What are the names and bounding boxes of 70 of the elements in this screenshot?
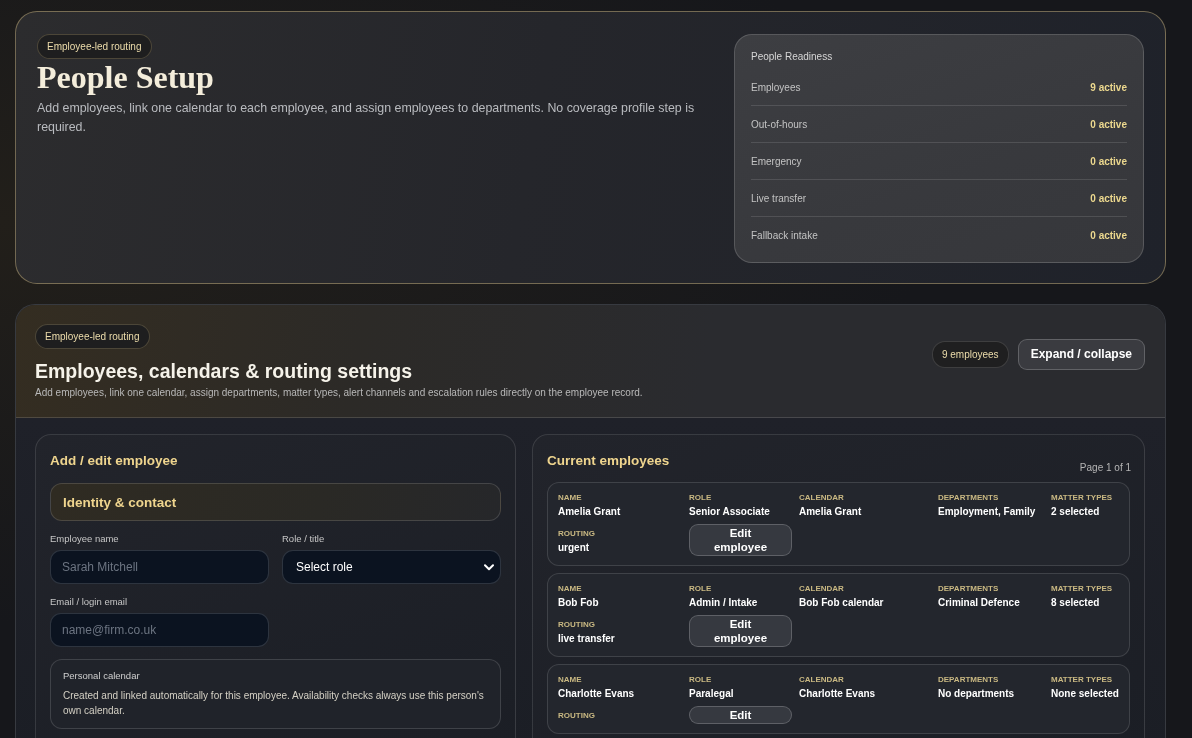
- column-label: DEPARTMENTS: [938, 675, 999, 685]
- column-label: DEPARTMENTS: [938, 493, 999, 503]
- routing-badge: Employee-led routing: [35, 324, 150, 349]
- employee-value: Employment, Family: [938, 505, 1036, 518]
- employee-value: None selected: [1051, 687, 1119, 700]
- role-select[interactable]: Select role: [282, 550, 501, 584]
- form-title: Add / edit employee: [50, 452, 179, 470]
- employee-value: urgent: [558, 541, 590, 554]
- employee-value: Admin / Intake: [689, 596, 758, 609]
- column-label: NAME: [558, 584, 582, 594]
- column-label: ROLE: [689, 493, 712, 503]
- employee-value: 2 selected: [1051, 505, 1100, 518]
- column-label: MATTER TYPES: [1051, 584, 1113, 594]
- column-label: ROUTING: [558, 529, 595, 539]
- employee-value: No departments: [938, 687, 1015, 700]
- employee-value: Amelia Grant: [799, 505, 862, 518]
- employee-value: Bob Fob calendar: [799, 596, 884, 609]
- readiness-label: Live transfer: [751, 192, 807, 204]
- column-label: NAME: [558, 675, 582, 685]
- readiness-value: 9 active: [1090, 81, 1127, 93]
- employee-value: Bob Fob: [558, 596, 599, 609]
- column-label: CALENDAR: [799, 675, 844, 685]
- employee-value: Paralegal: [689, 687, 734, 700]
- column-label: ROUTING: [558, 711, 595, 721]
- readiness-value: 0 active: [1090, 118, 1127, 130]
- expand-collapse-button[interactable]: Expand / collapse: [1017, 339, 1145, 370]
- column-label: DEPARTMENTS: [938, 584, 999, 594]
- readiness-title: People Readiness: [751, 50, 834, 64]
- readiness-value: 0 active: [1090, 155, 1127, 167]
- readiness-label: Out-of-hours: [751, 118, 808, 130]
- employee-value: Amelia Grant: [558, 505, 621, 518]
- edit-employee-button[interactable]: Edit: [689, 706, 792, 724]
- readiness-label: Fallback intake: [751, 229, 818, 241]
- employee-value: Criminal Defence: [938, 596, 1020, 609]
- column-label: CALENDAR: [799, 584, 844, 594]
- note-text: Created and linked automatically for this employee. Availability checks always use this person's own calendar.: [63, 689, 485, 718]
- group-heading: Identity & contact: [50, 483, 501, 521]
- note-title: Personal calendar: [63, 670, 141, 682]
- edit-employee-button[interactable]: Edit employee: [689, 615, 792, 647]
- readiness-value: 0 active: [1090, 192, 1127, 204]
- field-label: Employee name: [50, 533, 120, 545]
- section-title: Employees, calendars & routing settings: [35, 359, 413, 383]
- employee-value: Charlotte Evans: [799, 687, 876, 700]
- employee-value: Senior Associate: [689, 505, 770, 518]
- employee-value: 8 selected: [1051, 596, 1100, 609]
- input-field[interactable]: Sarah Mitchell: [50, 550, 269, 584]
- chevron-down-icon: [484, 563, 494, 571]
- readiness-label: Employees: [751, 81, 801, 93]
- column-label: ROUTING: [558, 620, 595, 630]
- edit-employee-button[interactable]: Edit employee: [689, 524, 792, 556]
- column-label: MATTER TYPES: [1051, 493, 1113, 503]
- column-label: CALENDAR: [799, 493, 844, 503]
- section-subtitle: Add employees, link one calendar, assign departments, matter types, alert channels and escalation rules directly on the employee record.: [35, 386, 643, 399]
- column-label: ROLE: [689, 675, 712, 685]
- readiness-value: 0 active: [1090, 229, 1127, 241]
- field-label: Email / login email: [50, 596, 129, 608]
- readiness-label: Emergency: [751, 155, 802, 167]
- column-label: NAME: [558, 493, 582, 503]
- employee-value: Charlotte Evans: [558, 687, 635, 700]
- field-label: Role / title: [282, 533, 326, 545]
- page-title: People Setup: [37, 60, 214, 94]
- routing-badge: Employee-led routing: [37, 34, 152, 59]
- page-indicator: Page 1 of 1: [1079, 462, 1131, 473]
- employee-count-badge: 9 employees: [931, 341, 1009, 368]
- page-description: Add employees, link one calendar to each employee, and assign employees to departments. No coverage profile step is required.: [37, 100, 696, 136]
- list-title: Current employees: [547, 452, 670, 470]
- input-field[interactable]: name@firm.co.uk: [50, 613, 269, 647]
- column-label: ROLE: [689, 584, 712, 594]
- employee-value: live transfer: [558, 632, 615, 645]
- column-label: MATTER TYPES: [1051, 675, 1113, 685]
